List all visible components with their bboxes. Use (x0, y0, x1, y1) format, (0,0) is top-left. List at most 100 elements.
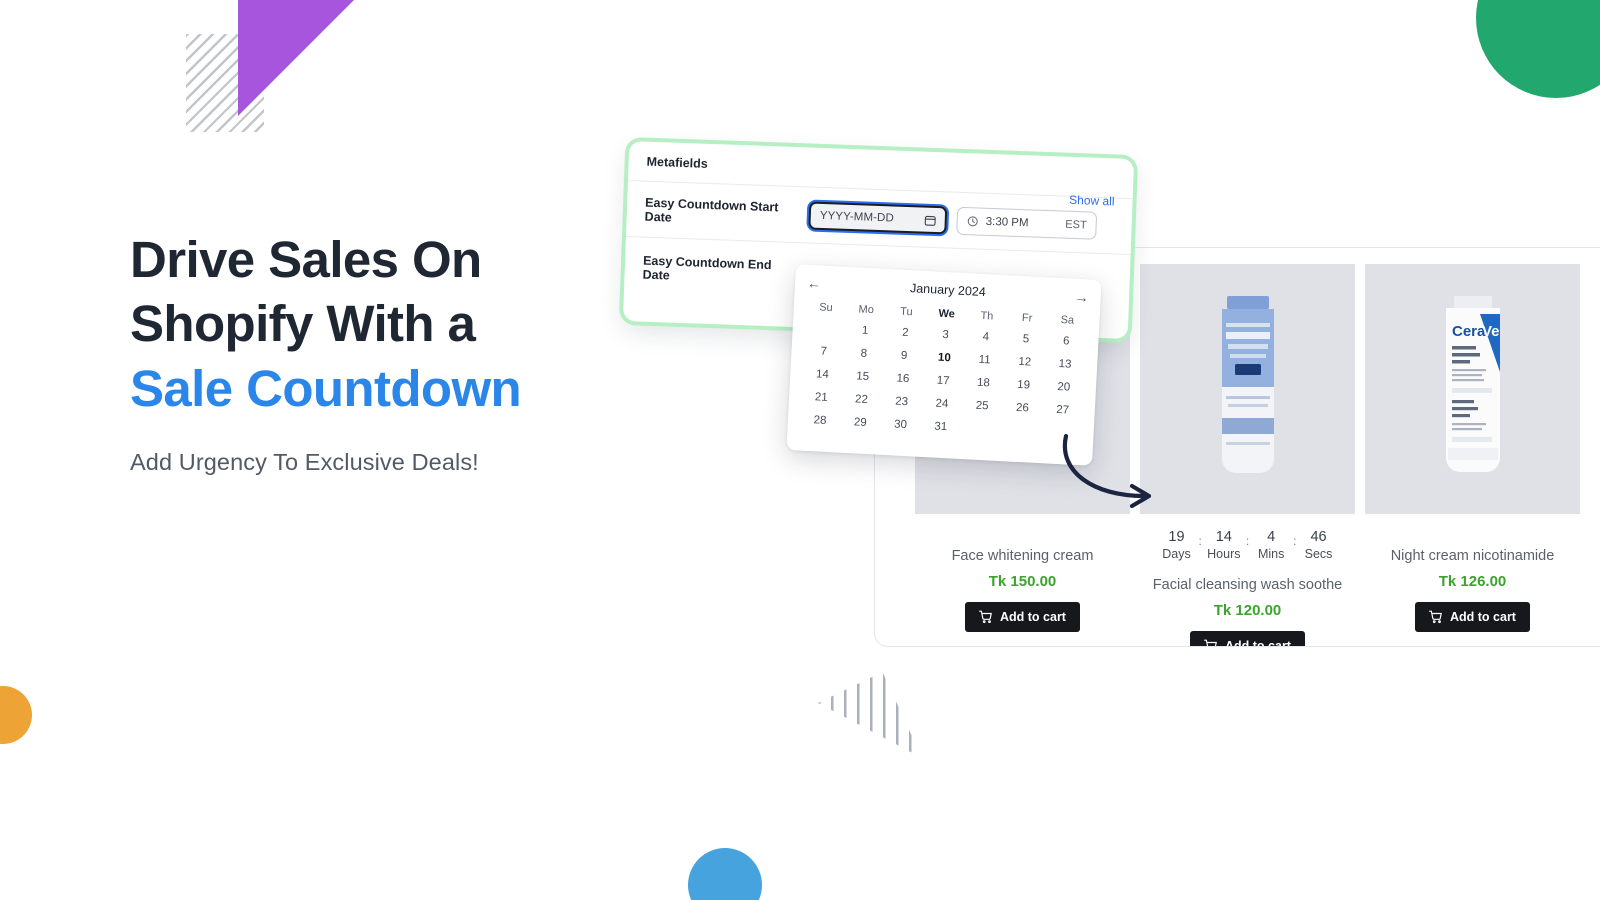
calendar-day[interactable]: 20 (1043, 374, 1084, 399)
pointer-arrow (1062, 433, 1152, 509)
calendar-day[interactable]: 9 (883, 343, 924, 368)
start-time-input[interactable]: 3:30 PM EST (956, 206, 1098, 240)
countdown-secs: 46 Secs (1299, 528, 1339, 561)
start-date-input[interactable]: YYYY-MM-DD (808, 201, 948, 235)
product-price: Tk 126.00 (1438, 573, 1507, 590)
countdown-timer: 19 Days : 14 Hours : 4 Mins : 46 Secs (1140, 528, 1355, 561)
calendar-day[interactable]: 2 (885, 320, 926, 345)
countdown-hours-value: 14 (1215, 529, 1232, 545)
purple-triangle-decoration (238, 0, 362, 116)
metafield-inputs: YYYY-MM-DD 3:30 PM EST (808, 201, 1098, 240)
product-name: Facial cleansing wash soothe (1152, 577, 1343, 594)
hero-title-line-1: Drive Sales On (130, 231, 482, 288)
calendar-day[interactable]: 21 (801, 385, 842, 410)
calendar-day-empty: . (804, 316, 845, 341)
product-price: Tk 150.00 (988, 573, 1057, 590)
calendar-day[interactable]: 5 (1005, 326, 1046, 351)
metafield-label: Easy Countdown End Date (642, 253, 772, 283)
calendar-day[interactable]: 12 (1004, 349, 1045, 374)
cart-icon (1204, 639, 1217, 646)
countdown-secs-label: Secs (1304, 547, 1333, 562)
calendar-day[interactable]: 23 (881, 389, 922, 414)
countdown-separator: : (1293, 534, 1297, 548)
countdown-days: 19 Days (1156, 528, 1196, 561)
calendar-day[interactable]: 27 (1042, 397, 1083, 422)
calendar-day[interactable]: 26 (1002, 395, 1043, 420)
metafield-row-start-date: Easy Countdown Start Date YYYY-MM-DD 3:3… (626, 181, 1132, 241)
countdown-secs-value: 46 (1310, 529, 1327, 545)
countdown-mins: 4 Mins (1251, 528, 1291, 561)
orange-circle-decoration (0, 686, 32, 744)
product-card[interactable]: Cera Ve Night cream nicotinamide Tk 126.… (1365, 264, 1580, 646)
calendar-day[interactable]: 11 (964, 347, 1005, 372)
calendar-day[interactable]: 6 (1046, 328, 1087, 353)
calendar-grid: SuMoTuWeThFrSa.1234567891011121314151617… (799, 298, 1088, 446)
calendar-weekday-fr: Fr (1021, 312, 1033, 325)
calendar-day[interactable]: 30 (880, 412, 921, 437)
hero-title-accent: Sale Countdown (130, 359, 522, 417)
product-image (1140, 264, 1355, 514)
countdown-hours: 14 Hours (1204, 528, 1244, 561)
metafield-label: Easy Countdown Start Date (644, 195, 779, 225)
add-to-cart-label: Add to cart (1225, 639, 1291, 647)
calendar-day[interactable]: 3 (925, 322, 966, 347)
calendar-day[interactable]: 19 (1003, 372, 1044, 397)
product-name: Night cream nicotinamide (1390, 548, 1555, 564)
cerave-lotion-image: Cera Ve (1445, 296, 1500, 472)
calendar-day[interactable]: 18 (963, 370, 1004, 395)
calendar-weekday-we: We (938, 307, 956, 321)
countdown-separator: : (1245, 534, 1250, 548)
product-name: Face whitening cream (951, 548, 1094, 564)
calendar-month-label: January 2024 (909, 281, 987, 300)
countdown-mins-value: 4 (1267, 529, 1276, 545)
green-circle-decoration (1476, 0, 1600, 98)
calendar-day[interactable]: 25 (961, 393, 1002, 418)
product-card[interactable]: 19 Days : 14 Hours : 4 Mins : 46 Secs Fa… (1140, 264, 1355, 647)
calendar-weekday-mo: Mo (858, 303, 875, 317)
hero-text-block: Drive Sales On Shopify With a Sale Count… (130, 228, 690, 476)
arrow-left-icon[interactable]: ← (807, 275, 828, 292)
add-to-cart-button[interactable]: Add to cart (1415, 602, 1530, 632)
hero-title-line-2: Shopify With a (130, 295, 476, 353)
calendar-day[interactable]: 22 (841, 387, 882, 412)
promo-banner: Drive Sales On Shopify With a Sale Count… (0, 0, 1600, 900)
calendar-day[interactable]: 15 (842, 364, 883, 389)
blue-circle-decoration (688, 848, 762, 900)
calendar-day[interactable]: 17 (922, 368, 963, 393)
calendar-weekday-su: Su (818, 301, 834, 315)
calendar-day[interactable]: 1 (844, 318, 885, 343)
calendar-day[interactable]: 14 (802, 362, 843, 387)
metafields-heading: Metafields (646, 154, 709, 171)
calendar-day[interactable]: 29 (840, 410, 881, 435)
product-spacer (1365, 514, 1580, 532)
calendar-weekday-sa: Sa (1060, 314, 1075, 327)
calendar-day[interactable]: 8 (843, 341, 884, 366)
calendar-day[interactable]: 4 (965, 324, 1006, 349)
hatched-square-decoration (186, 34, 264, 132)
add-to-cart-button[interactable]: Add to cart (1190, 631, 1305, 647)
show-all-link[interactable]: Show all (1069, 193, 1115, 209)
arrow-right-icon[interactable]: → (1068, 289, 1089, 306)
calendar-day[interactable]: 16 (882, 366, 923, 391)
add-to-cart-label: Add to cart (1000, 610, 1066, 624)
countdown-mins-label: Mins (1257, 547, 1285, 562)
calendar-day[interactable]: 10 (924, 345, 965, 370)
svg-text:Cera: Cera (1452, 323, 1486, 340)
calendar-day[interactable]: 13 (1044, 351, 1085, 376)
add-to-cart-label: Add to cart (1450, 610, 1516, 624)
striped-triangle-decoration (818, 672, 922, 758)
calendar-weekday-tu: Tu (899, 305, 913, 319)
cart-icon (1429, 610, 1442, 624)
calendar-day[interactable]: 28 (799, 408, 840, 433)
countdown-days-label: Days (1162, 547, 1191, 562)
cart-icon (979, 610, 992, 624)
calendar-day[interactable]: 31 (920, 414, 961, 439)
calendar-icon (924, 215, 936, 226)
hero-subtitle: Add Urgency To Exclusive Deals! (130, 448, 479, 475)
calendar-day[interactable]: 7 (803, 339, 844, 364)
calendar-weekday-th: Th (980, 309, 994, 323)
calendar-day[interactable]: 24 (921, 391, 962, 416)
add-to-cart-button[interactable]: Add to cart (965, 602, 1080, 632)
svg-text:Ve: Ve (1482, 323, 1500, 340)
start-time-value: 3:30 PM (985, 215, 1029, 230)
